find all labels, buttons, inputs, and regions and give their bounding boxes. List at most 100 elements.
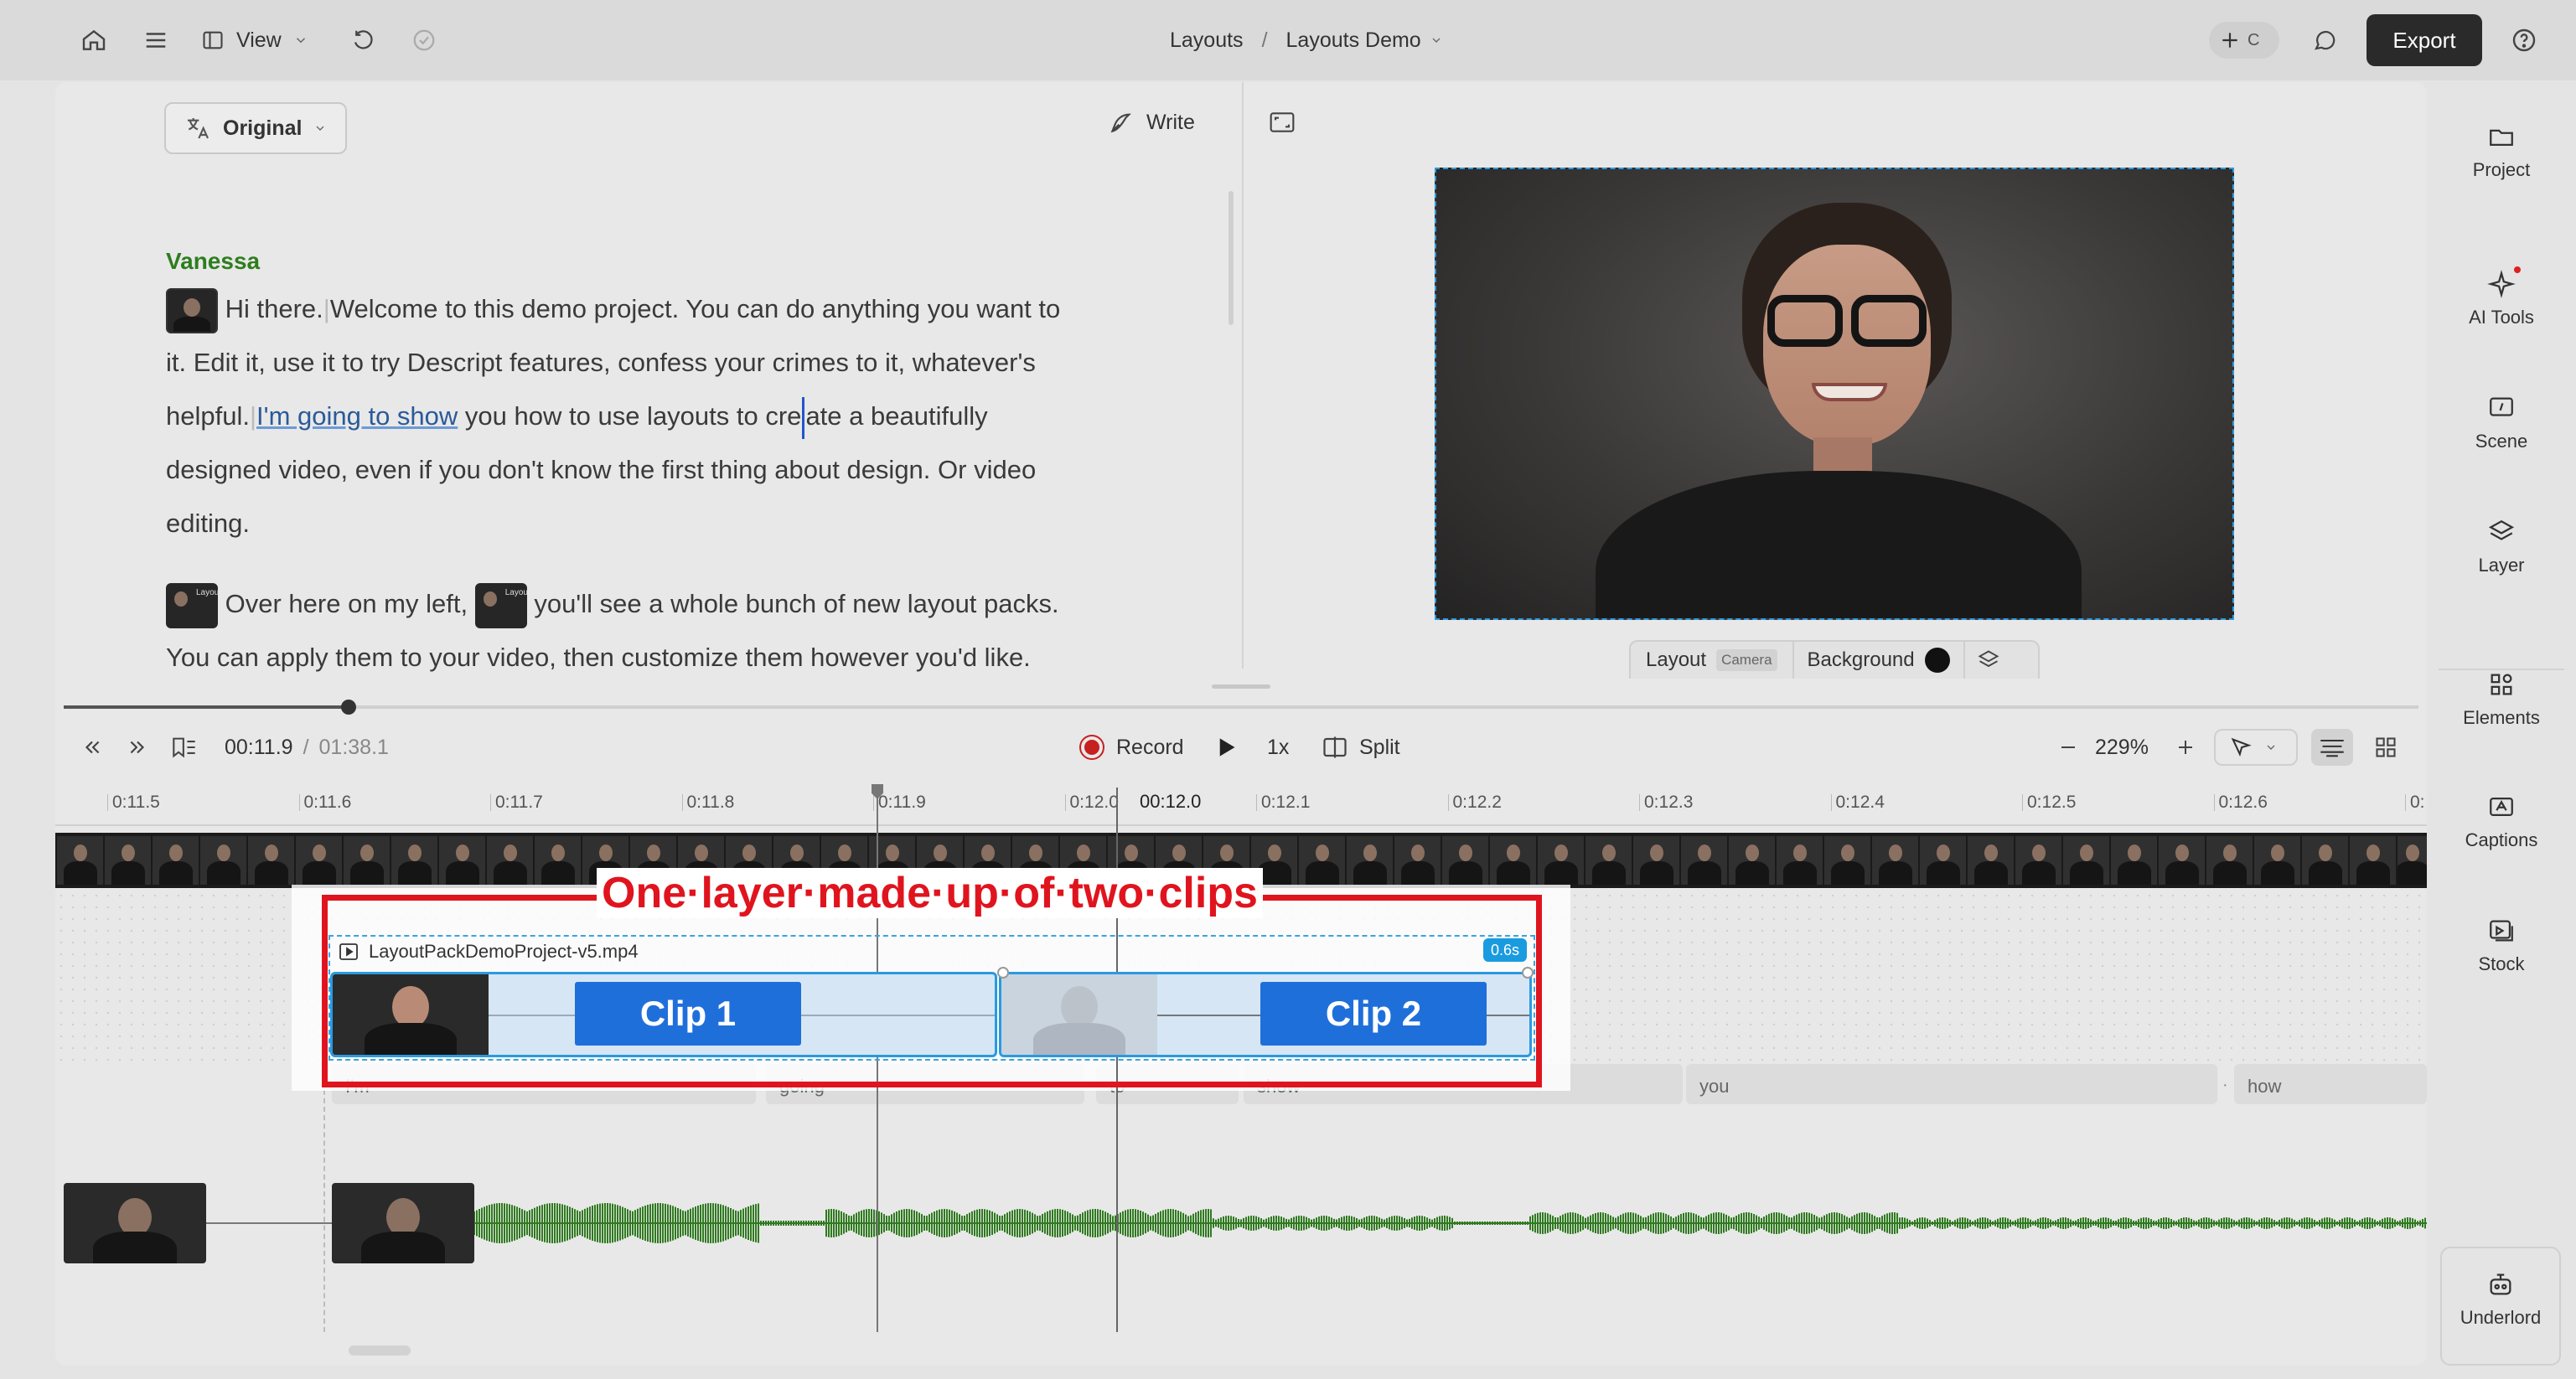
script-line: designed video, even if you don't know t… xyxy=(166,455,1037,484)
rail-label: Stock xyxy=(2478,953,2525,974)
collaborator-avatar: C xyxy=(2248,30,2260,49)
rail-elements[interactable]: Elements xyxy=(2439,669,2564,729)
audio-clip-thumbnail[interactable] xyxy=(64,1183,206,1263)
ruler-tick-label: 0: xyxy=(2410,793,2425,812)
timecode: 00:11.9 / 01:38.1 xyxy=(225,734,389,761)
scene-thumbnail[interactable]: Layout packs xyxy=(474,582,527,628)
filmstrip-frame xyxy=(1441,836,1488,885)
rail-captions[interactable]: Captions xyxy=(2439,793,2564,851)
total-time: 01:38.1 xyxy=(318,735,389,759)
video-preview[interactable] xyxy=(1435,168,2234,620)
breadcrumb-root[interactable]: Layouts xyxy=(1170,28,1244,53)
filmstrip-frame xyxy=(1775,836,1823,885)
zoom-level: 229% xyxy=(2095,736,2149,759)
audio-waveform[interactable] xyxy=(474,1190,2427,1257)
folder-icon xyxy=(2490,129,2513,147)
language-selector[interactable]: Original xyxy=(164,102,348,154)
view-label: View xyxy=(236,28,282,52)
filmstrip-frame xyxy=(199,836,246,885)
fast-forward-icon[interactable] xyxy=(122,734,153,761)
rail-underlord[interactable]: Underlord xyxy=(2440,1247,2561,1366)
rail-project[interactable]: Project xyxy=(2439,122,2564,181)
scene-thumbnail[interactable] xyxy=(166,287,218,333)
breadcrumb: Layouts / Layouts Demo xyxy=(1170,25,1443,55)
ruler-tick xyxy=(1256,794,1257,811)
zoom-in-icon[interactable] xyxy=(2172,734,2199,761)
view-menu[interactable]: View xyxy=(201,23,308,57)
filmstrip-frame xyxy=(1345,836,1393,885)
background-selector[interactable]: Background xyxy=(1794,642,1965,679)
filmstrip-frame xyxy=(1870,836,1918,885)
filmstrip-frame xyxy=(246,836,294,885)
filmstrip-frame xyxy=(390,836,437,885)
scene-thumbnail[interactable]: Layout packs xyxy=(166,582,218,628)
selected-phrase[interactable]: I'm going to show xyxy=(256,401,458,431)
layers-icon[interactable] xyxy=(1965,648,2012,672)
script-line: editing. xyxy=(166,509,250,538)
chapters-icon[interactable] xyxy=(168,734,201,761)
rewind-icon[interactable] xyxy=(77,734,107,761)
script-word: you how to use layouts to cre xyxy=(464,401,802,431)
cursor-icon xyxy=(2231,737,2252,757)
play-icon[interactable] xyxy=(1212,732,1242,762)
script-word: you'll see a whole bunch of new layout p… xyxy=(534,589,1059,618)
translate-icon xyxy=(188,118,209,139)
check-circle-icon[interactable] xyxy=(407,23,441,57)
filmstrip-frame xyxy=(485,836,533,885)
word-chip[interactable]: you xyxy=(1686,1064,2217,1104)
filmstrip-frame xyxy=(1584,836,1632,885)
progress-handle[interactable] xyxy=(341,700,356,715)
script-word: Over here on my left, xyxy=(225,589,468,618)
panel-resize-handle[interactable] xyxy=(1212,684,1270,689)
help-icon[interactable] xyxy=(2507,23,2541,57)
rail-stock[interactable]: Stock xyxy=(2439,917,2564,975)
split-label: Split xyxy=(1359,735,1400,759)
progress-track[interactable] xyxy=(64,705,2418,709)
rail-label: Elements xyxy=(2463,707,2540,728)
plus-icon xyxy=(2222,33,2237,48)
word-chip[interactable]: how xyxy=(2234,1064,2427,1104)
grid-view-icon[interactable] xyxy=(2365,729,2407,766)
record-button[interactable]: Record xyxy=(1079,731,1184,764)
ruler-tick xyxy=(2405,794,2406,811)
ruler-tick xyxy=(2213,794,2215,811)
export-button[interactable]: Export xyxy=(2367,14,2482,66)
breadcrumb-current[interactable]: Layouts Demo xyxy=(1286,28,1443,53)
progress-fill xyxy=(64,705,349,709)
comment-icon[interactable] xyxy=(2308,23,2341,57)
layout-selector[interactable]: Layout Camera xyxy=(1631,642,1794,679)
app-window: View Layouts / Layouts Demo C Export Ori… xyxy=(0,0,2576,1379)
chevron-down-icon xyxy=(1432,38,1441,43)
menu-icon[interactable] xyxy=(139,25,173,55)
sparkle-icon xyxy=(2487,270,2516,298)
audio-gap-line xyxy=(206,1222,332,1224)
filmstrip-frame xyxy=(1536,836,1584,885)
layout-icon xyxy=(203,31,223,49)
timeline-scrollbar[interactable] xyxy=(349,1345,411,1356)
ruler-tick-label: 0:12.6 xyxy=(2218,793,2268,812)
right-sidebar: Project AI Tools Scene Layer Elements Ca… xyxy=(2439,82,2564,1372)
rail-scene[interactable]: Scene xyxy=(2439,394,2564,452)
notification-dot xyxy=(2514,266,2521,273)
filmstrip-frame xyxy=(1393,836,1441,885)
filmstrip-frame xyxy=(1918,836,1966,885)
script-text[interactable]: Hi there.|Welcome to this demo project. … xyxy=(166,282,1188,684)
home-icon[interactable] xyxy=(77,25,111,55)
timeline-view-icon[interactable] xyxy=(2311,729,2353,766)
stock-icon xyxy=(2490,920,2513,942)
add-collaborator-button[interactable]: C xyxy=(2209,22,2279,59)
zoom-out-icon[interactable] xyxy=(2055,734,2082,761)
rail-ai-tools[interactable]: AI Tools xyxy=(2439,266,2564,328)
filmstrip-frame xyxy=(1823,836,1870,885)
ruler-tick xyxy=(1447,794,1449,811)
audio-clip-thumbnail[interactable] xyxy=(332,1183,474,1263)
script-scrollbar[interactable] xyxy=(1229,191,1234,325)
rail-layer[interactable]: Layer xyxy=(2439,518,2564,576)
playback-speed[interactable]: 1x xyxy=(1267,734,1289,761)
ruler-tick-label: 0:11.6 xyxy=(303,793,352,812)
fullscreen-icon[interactable] xyxy=(1265,107,1299,137)
undo-icon[interactable] xyxy=(347,23,380,57)
split-button[interactable]: Split xyxy=(1322,731,1400,764)
pointer-tool-selector[interactable] xyxy=(2214,729,2298,766)
write-button[interactable]: Write xyxy=(1108,106,1195,139)
